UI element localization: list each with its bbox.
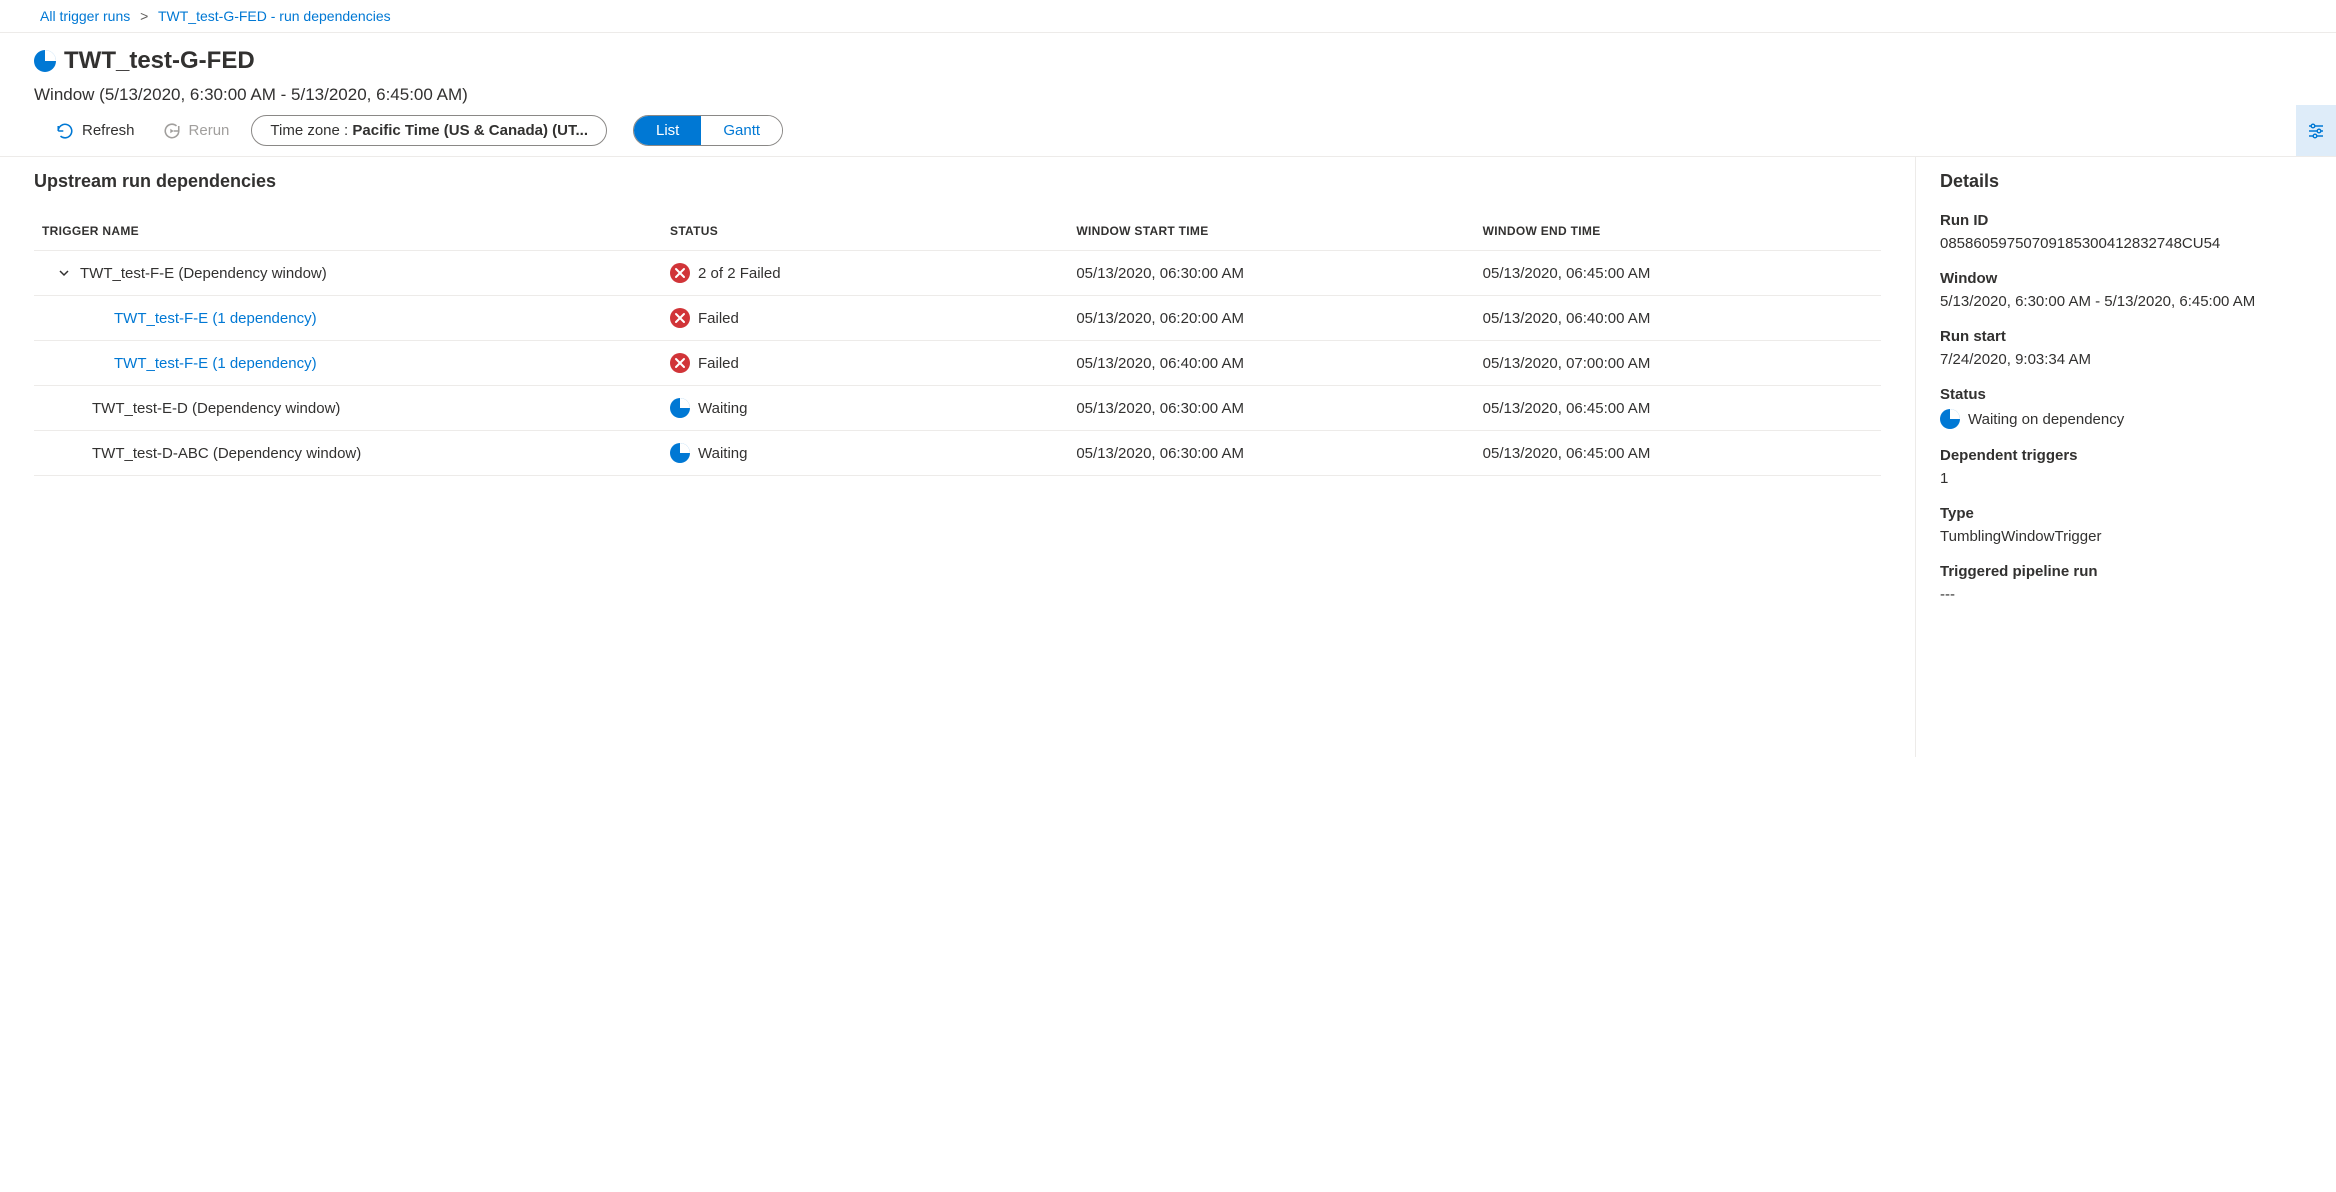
window-start: 05/13/2020, 06:40:00 AM [1068, 341, 1474, 386]
run-start-value: 7/24/2020, 9:03:34 AM [1940, 351, 2312, 368]
run-id-label: Run ID [1940, 212, 2312, 229]
pipeline-run-label: Triggered pipeline run [1940, 563, 2312, 580]
clock-icon [34, 50, 56, 72]
refresh-icon [56, 122, 74, 140]
trigger-link[interactable]: TWT_test-F-E (1 dependency) [114, 310, 317, 327]
type-label: Type [1940, 505, 2312, 522]
window-subtitle: Window (5/13/2020, 6:30:00 AM - 5/13/202… [34, 85, 2302, 105]
view-toggle: List Gantt [633, 115, 783, 146]
window-label: Window [1940, 270, 2312, 287]
run-start-label: Run start [1940, 328, 2312, 345]
details-title: Details [1940, 171, 2312, 192]
status-text: Waiting [698, 400, 747, 417]
clock-icon [1940, 409, 1960, 429]
table-row[interactable]: TWT_test-E-D (Dependency window) Waiting 0… [34, 386, 1881, 431]
col-trigger-name[interactable]: TRIGGER NAME [34, 212, 662, 251]
details-panel: Details Run ID 0858605975070918530041283… [1916, 157, 2336, 757]
page-title: TWT_test-G-FED [64, 47, 255, 75]
page-header: TWT_test-G-FED Window (5/13/2020, 6:30:0… [0, 33, 2336, 105]
window-start: 05/13/2020, 06:20:00 AM [1068, 296, 1474, 341]
status-text: Failed [698, 355, 739, 372]
window-end: 05/13/2020, 07:00:00 AM [1475, 341, 1881, 386]
table-row[interactable]: TWT_test-F-E (1 dependency) Failed 05/13/2… [34, 341, 1881, 386]
clock-icon [670, 443, 690, 463]
rerun-icon [163, 122, 181, 140]
table-row[interactable]: TWT_test-F-E (1 dependency) Failed 05/13/2… [34, 296, 1881, 341]
main-panel: Upstream run dependencies TRIGGER NAME S… [0, 157, 1916, 757]
breadcrumb: All trigger runs > TWT_test-G-FED - run … [0, 0, 2336, 33]
section-title: Upstream run dependencies [34, 171, 1881, 192]
pipeline-run-value: --- [1940, 586, 2312, 603]
chevron-down-icon [58, 267, 70, 279]
table-row[interactable]: TWT_test-F-E (Dependency window) 2 of 2 F… [34, 251, 1881, 296]
filter-settings-button[interactable] [2296, 105, 2336, 156]
status-text: Waiting [698, 445, 747, 462]
run-id-value: 08586059750709185300412832748CU54 [1940, 235, 2312, 252]
window-start: 05/13/2020, 06:30:00 AM [1068, 431, 1474, 476]
status-text: Waiting on dependency [1968, 411, 2124, 428]
sliders-icon [2306, 121, 2326, 141]
clock-icon [670, 398, 690, 418]
refresh-label: Refresh [82, 122, 135, 139]
timezone-value: Pacific Time (US & Canada) (UT... [352, 122, 588, 139]
breadcrumb-separator: > [140, 8, 148, 24]
fail-icon [670, 263, 690, 283]
expand-toggle[interactable] [58, 267, 72, 279]
trigger-link[interactable]: TWT_test-F-E (1 dependency) [114, 355, 317, 372]
status-text: 2 of 2 Failed [698, 265, 781, 282]
window-end: 05/13/2020, 06:45:00 AM [1475, 386, 1881, 431]
window-start: 05/13/2020, 06:30:00 AM [1068, 251, 1474, 296]
dependent-triggers-value: 1 [1940, 470, 2312, 487]
window-end: 05/13/2020, 06:40:00 AM [1475, 296, 1881, 341]
status-value: Waiting on dependency [1940, 409, 2312, 429]
window-end: 05/13/2020, 06:45:00 AM [1475, 431, 1881, 476]
rerun-button: Rerun [157, 118, 236, 144]
type-value: TumblingWindowTrigger [1940, 528, 2312, 545]
view-list-button[interactable]: List [634, 116, 701, 145]
breadcrumb-root[interactable]: All trigger runs [40, 8, 130, 24]
refresh-button[interactable]: Refresh [50, 118, 141, 144]
timezone-selector[interactable]: Time zone : Pacific Time (US & Canada) (… [251, 115, 607, 146]
view-gantt-button[interactable]: Gantt [701, 116, 782, 145]
dependencies-table: TRIGGER NAME STATUS WINDOW START TIME WI… [34, 212, 1881, 476]
trigger-name: TWT_test-F-E (Dependency window) [80, 265, 327, 282]
status-text: Failed [698, 310, 739, 327]
fail-icon [670, 308, 690, 328]
fail-icon [670, 353, 690, 373]
col-status[interactable]: STATUS [662, 212, 1068, 251]
trigger-name: TWT_test-E-D (Dependency window) [92, 400, 340, 417]
trigger-name: TWT_test-D-ABC (Dependency window) [92, 445, 361, 462]
window-end: 05/13/2020, 06:45:00 AM [1475, 251, 1881, 296]
col-window-end[interactable]: WINDOW END TIME [1475, 212, 1881, 251]
timezone-label: Time zone : [270, 122, 352, 139]
toolbar: Refresh Rerun Time zone : Pacific Time (… [0, 105, 2336, 157]
col-window-start[interactable]: WINDOW START TIME [1068, 212, 1474, 251]
window-start: 05/13/2020, 06:30:00 AM [1068, 386, 1474, 431]
table-row[interactable]: TWT_test-D-ABC (Dependency window) Waitin… [34, 431, 1881, 476]
window-value: 5/13/2020, 6:30:00 AM - 5/13/2020, 6:45:… [1940, 293, 2312, 310]
rerun-label: Rerun [189, 122, 230, 139]
dependent-triggers-label: Dependent triggers [1940, 447, 2312, 464]
status-label: Status [1940, 386, 2312, 403]
breadcrumb-current: TWT_test-G-FED - run dependencies [158, 8, 391, 24]
